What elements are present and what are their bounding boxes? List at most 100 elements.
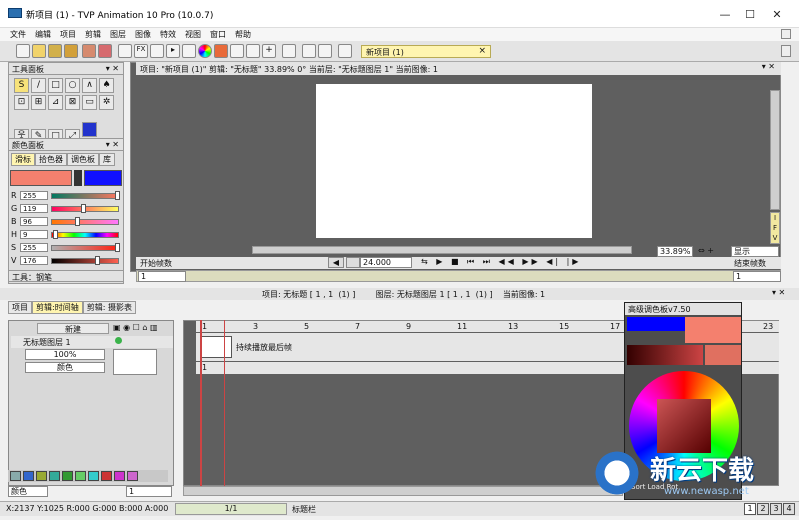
side-letter-i[interactable]: I bbox=[771, 213, 779, 223]
layers-icon[interactable] bbox=[182, 44, 196, 58]
undo-icon[interactable] bbox=[82, 44, 96, 58]
tab-picker[interactable]: 拾色器 bbox=[35, 153, 67, 166]
start-frame-field[interactable]: 1 bbox=[138, 271, 186, 282]
zoom-icon[interactable] bbox=[150, 44, 164, 58]
slider-value-field[interactable]: 176 bbox=[20, 256, 48, 265]
slider-track[interactable] bbox=[51, 232, 119, 238]
picker-top-swatch[interactable] bbox=[627, 317, 685, 331]
pen-tool-icon[interactable]: S bbox=[14, 78, 29, 93]
slider-s[interactable]: S 255 bbox=[11, 243, 123, 253]
cross-icon[interactable]: + bbox=[262, 44, 276, 58]
color-tag-checkbox[interactable] bbox=[127, 471, 138, 481]
slider-g[interactable]: G 119 bbox=[11, 204, 123, 214]
save-icon[interactable] bbox=[48, 44, 62, 58]
rect-tool-icon[interactable]: □ bbox=[48, 78, 63, 93]
save-all-icon[interactable] bbox=[64, 44, 78, 58]
transform-tool-icon[interactable]: ⊠ bbox=[65, 95, 80, 110]
table-icon[interactable] bbox=[302, 44, 316, 58]
slider-track[interactable] bbox=[51, 193, 119, 199]
menu-help[interactable]: 帮助 bbox=[235, 29, 251, 40]
timeline-menu-icon[interactable]: ▾ ✕ bbox=[772, 288, 785, 297]
color-panel-menu-icon[interactable]: ▾ ✕ bbox=[106, 140, 119, 149]
palette-icon[interactable] bbox=[214, 44, 228, 58]
slider-h[interactable]: H9 bbox=[11, 230, 123, 240]
slider-knob[interactable] bbox=[95, 256, 101, 265]
color-tag-checkbox[interactable] bbox=[49, 471, 60, 481]
tab-library[interactable]: 库 bbox=[99, 153, 115, 166]
print-icon[interactable] bbox=[338, 44, 352, 58]
gear-tool-icon[interactable]: ✲ bbox=[99, 95, 114, 110]
close-button[interactable]: ✕ bbox=[762, 0, 792, 28]
slider-value-field[interactable]: 9 bbox=[20, 230, 48, 239]
tab-xsheet[interactable]: 剪辑: 摄影表 bbox=[82, 301, 136, 314]
layer-row[interactable]: 无标题图层 1 bbox=[11, 336, 173, 348]
fps-lock-icon[interactable] bbox=[346, 257, 360, 268]
menu-edit[interactable]: 编辑 bbox=[35, 29, 51, 40]
menu-clip[interactable]: 剪辑 bbox=[85, 29, 101, 40]
swap-colors-icon[interactable] bbox=[74, 170, 82, 186]
grid-icon[interactable] bbox=[246, 44, 260, 58]
transport-controls[interactable]: ⇆ ▶ ■ ⏮ ⏭ ◀◀ ▶▶ ◀| |▶ bbox=[421, 257, 581, 267]
menu-file[interactable]: 文件 bbox=[10, 29, 26, 40]
color-tag-checkbox[interactable] bbox=[10, 471, 21, 481]
project-tab-close-icon[interactable]: × bbox=[478, 46, 486, 56]
menu-image[interactable]: 图像 bbox=[135, 29, 151, 40]
horizontal-scrollbar[interactable] bbox=[252, 246, 632, 254]
frame-thumbnail[interactable] bbox=[200, 336, 232, 358]
slider-knob[interactable] bbox=[75, 217, 81, 226]
out-marker[interactable] bbox=[224, 320, 225, 486]
fps-field[interactable]: 24.000 bbox=[360, 257, 412, 268]
slider-knob[interactable] bbox=[52, 230, 58, 239]
color-swap-icon[interactable] bbox=[82, 122, 97, 137]
brush-icon[interactable] bbox=[118, 44, 132, 58]
view-2-button[interactable]: 2 bbox=[757, 503, 769, 515]
end-frame-field[interactable]: 1 bbox=[733, 271, 781, 282]
menu-view[interactable]: 视图 bbox=[185, 29, 201, 40]
color-tag-checkbox[interactable] bbox=[23, 471, 34, 481]
curve-tool-icon[interactable]: ∧ bbox=[82, 78, 97, 93]
redo-icon[interactable] bbox=[98, 44, 112, 58]
blend-mode-select[interactable]: 颜色 bbox=[25, 362, 105, 373]
color-wheel-icon[interactable] bbox=[198, 44, 212, 58]
drawing-paper[interactable] bbox=[316, 84, 592, 238]
line-tool-icon[interactable]: / bbox=[31, 78, 46, 93]
shade-swatch[interactable] bbox=[705, 345, 741, 365]
view-1-button[interactable]: 1 bbox=[744, 503, 756, 515]
panel-menu-icon[interactable]: ▾ ✕ bbox=[106, 64, 119, 73]
new-layer-button[interactable]: 新建 bbox=[37, 323, 109, 334]
slider-value-field[interactable]: 96 bbox=[20, 217, 48, 226]
slider-knob[interactable] bbox=[81, 204, 87, 213]
frame-icon[interactable] bbox=[282, 44, 296, 58]
play-icon[interactable]: ▸ bbox=[166, 44, 180, 58]
color-tag-checkbox[interactable] bbox=[62, 471, 73, 481]
shade-strip[interactable] bbox=[627, 345, 703, 365]
layer-visible-icon[interactable] bbox=[115, 337, 122, 344]
picker-current-swatch[interactable] bbox=[685, 317, 741, 343]
tab-sliders[interactable]: 滑标 bbox=[11, 153, 35, 166]
secondary-color-swatch[interactable] bbox=[84, 170, 122, 186]
view-3-button[interactable]: 3 bbox=[770, 503, 782, 515]
loop-icon[interactable]: ◀ bbox=[328, 257, 344, 268]
side-letter-f[interactable]: F bbox=[771, 223, 779, 233]
slider-track[interactable] bbox=[51, 258, 119, 264]
layer-name[interactable]: 无标题图层 1 bbox=[23, 337, 71, 348]
zoom-arrows-icon[interactable]: ⇔ + bbox=[698, 246, 714, 255]
warp-tool-icon[interactable]: ⊿ bbox=[48, 95, 63, 110]
table2-icon[interactable] bbox=[318, 44, 332, 58]
slider-r[interactable]: R 255 bbox=[11, 191, 123, 201]
pin-icon[interactable] bbox=[230, 44, 244, 58]
vertical-scrollbar[interactable] bbox=[770, 90, 780, 210]
view-4-button[interactable]: 4 bbox=[783, 503, 795, 515]
primary-color-swatch[interactable] bbox=[10, 170, 72, 186]
slider-value-field[interactable]: 119 bbox=[20, 204, 48, 213]
crop-tool-icon[interactable]: ⊞ bbox=[31, 95, 46, 110]
zoom-field[interactable]: 33.89% bbox=[657, 246, 693, 257]
color-tag-checkbox[interactable] bbox=[88, 471, 99, 481]
open-icon[interactable] bbox=[32, 44, 46, 58]
bottom-value-field[interactable]: 1 bbox=[126, 486, 172, 497]
slider-track[interactable] bbox=[51, 245, 119, 251]
slider-v[interactable]: V 176 bbox=[11, 256, 123, 266]
bottom-mode-select[interactable]: 颜色 bbox=[8, 486, 48, 497]
timeline-hscroll[interactable] bbox=[183, 486, 623, 496]
side-letter-v[interactable]: V bbox=[771, 233, 779, 243]
